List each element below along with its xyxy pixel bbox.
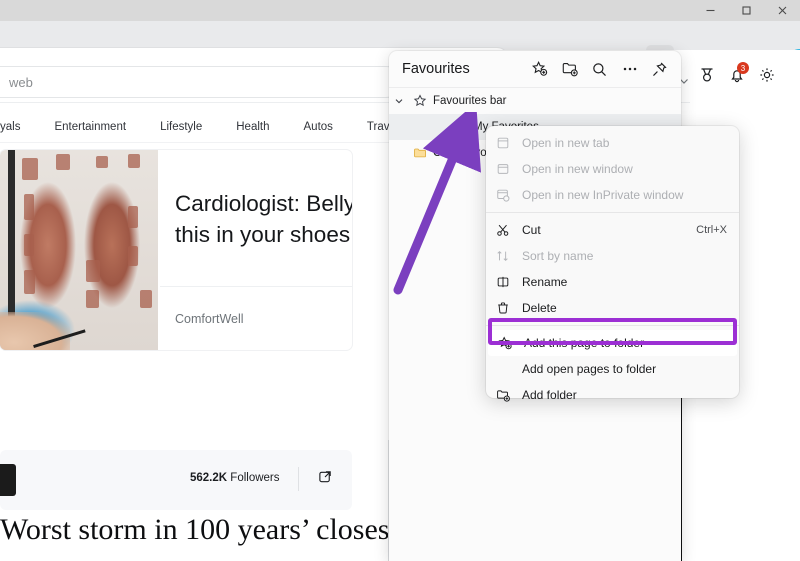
window-titlebar [0,0,800,21]
nav-item-1[interactable]: Entertainment [37,121,143,133]
tree-item-favourites-bar[interactable]: Favourites bar [389,88,681,114]
hero-title-line1: Cardiologist: Belly fa [175,191,352,216]
anatomy-chart-image [0,150,158,350]
follower-number: 562.2K [190,472,228,484]
menu-item-open-in-inprivate-window[interactable]: Open in new InPrivate window [486,182,739,208]
menu-item-label: Open in new tab [522,136,610,150]
add-folder-icon [496,388,522,403]
search-icon[interactable] [586,56,613,83]
menu-item-label: Delete [522,301,557,315]
menu-item-cut[interactable]: Cut Ctrl+X [486,217,739,243]
new-tab-icon [496,136,522,150]
nav-item-0[interactable]: yals [0,121,37,133]
nav-item-3[interactable]: Health [219,121,286,133]
hero-divider [160,286,352,287]
close-icon[interactable] [764,0,800,21]
add-favourite-icon [498,335,524,351]
chevron-down-icon[interactable] [389,96,409,106]
favourites-header: Favourites [389,51,681,87]
menu-item-label: Add folder [522,388,577,402]
menu-item-delete[interactable]: Delete [486,295,739,321]
follower-label: Followers [230,472,280,484]
new-window-icon [496,162,522,176]
menu-item-label: Cut [522,223,541,237]
search-input[interactable]: web [0,66,402,98]
add-favourite-icon[interactable] [526,56,553,83]
nav-item-2[interactable]: Lifestyle [143,121,219,133]
menu-item-add-this-page-to-folder[interactable]: Add this page to folder [488,330,737,356]
folder-icon [449,120,471,135]
hero-title-line2: this in your shoes [175,222,351,247]
publisher-logo [0,464,16,496]
menu-divider-2 [486,325,739,326]
favourites-header-actions [526,51,673,87]
hero-text-block: Cardiologist: Belly fa this in your shoe… [175,150,352,350]
notifications-bell-icon[interactable]: 3 [728,62,749,89]
follower-count: 562.2K Followers [190,472,280,484]
sort-icon [496,249,522,263]
settings-gear-icon[interactable] [758,66,776,89]
hero-source: ComfortWell [175,312,244,326]
notification-badge: 3 [737,62,749,74]
rename-icon [496,275,522,289]
add-folder-icon[interactable] [556,56,583,83]
open-external-icon[interactable] [318,469,333,489]
context-menu: Open in new tab Open in new window Open … [486,126,739,402]
minimize-icon[interactable] [692,0,728,21]
more-options-icon[interactable] [616,56,643,83]
browser-toolbar: -milton-worst-storm-in-100-years-closes-… [0,21,800,71]
menu-item-add-folder[interactable]: Add folder [486,382,739,408]
tree-item-label: Favourites bar [433,95,507,107]
nav-item-4[interactable]: Autos [287,121,350,133]
hero-ad-card[interactable]: Cardiologist: Belly fa this in your shoe… [0,150,352,350]
favourites-title: Favourites [402,61,470,77]
search-placeholder: web [9,74,33,90]
menu-item-label: Add this page to folder [524,336,645,350]
pin-icon[interactable] [646,56,673,83]
publisher-follow-card: 562.2K Followers [0,450,352,510]
menu-item-label: Open in new window [522,162,633,176]
rewards-icon[interactable] [698,66,716,89]
trash-icon [496,301,522,315]
menu-item-accelerator: Ctrl+X [696,224,727,236]
menu-divider-1 [486,212,739,213]
menu-item-open-in-new-window[interactable]: Open in new window [486,156,739,182]
scissors-icon [496,223,522,237]
star-icon [409,94,431,108]
folder-icon [409,146,431,161]
inprivate-window-icon [496,188,522,202]
menu-item-add-open-pages-to-folder[interactable]: Add open pages to folder [486,356,739,382]
menu-item-label: Add open pages to folder [522,362,657,376]
window-controls [692,0,800,21]
maximize-icon[interactable] [728,0,764,21]
menu-item-label: Open in new InPrivate window [522,188,684,202]
menu-item-open-in-new-tab[interactable]: Open in new tab [486,130,739,156]
menu-item-label: Sort by name [522,249,594,263]
divider [298,467,299,491]
menu-item-rename[interactable]: Rename [486,269,739,295]
menu-item-sort-by-name[interactable]: Sort by name [486,243,739,269]
screenshot-root: -milton-worst-storm-in-100-years-closes-… [0,0,800,561]
menu-item-label: Rename [522,275,568,289]
page-utility-icons: 3 [698,62,776,89]
